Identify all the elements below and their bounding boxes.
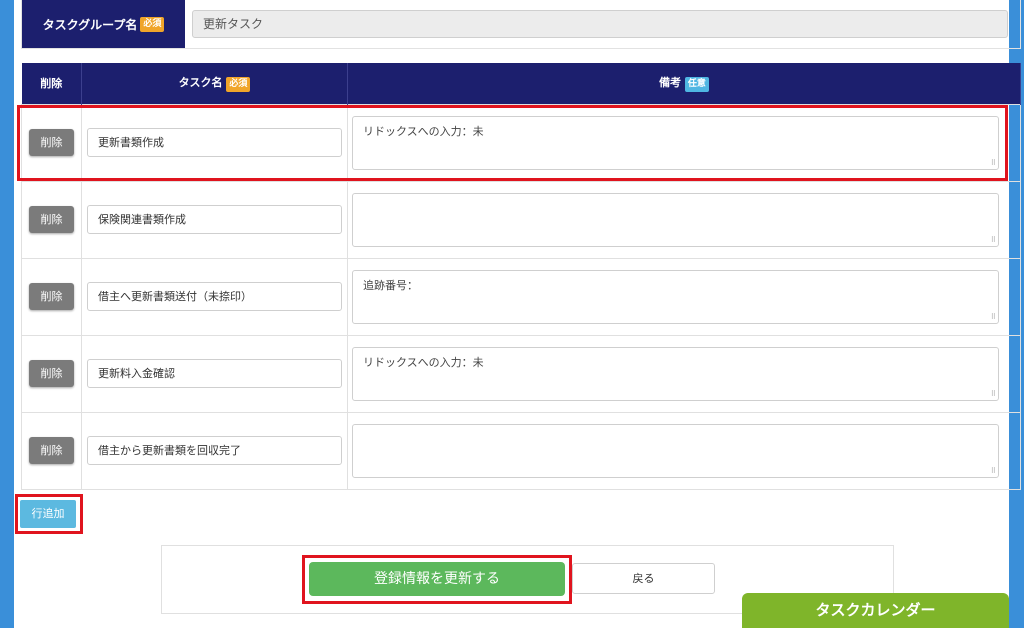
note-textarea[interactable]: ⠿ [352,192,999,247]
delete-row-button[interactable]: 削除 [29,206,74,233]
resize-grip-icon[interactable]: ⠿ [991,390,996,398]
task-group-name-input[interactable]: 更新タスク [192,10,1008,38]
required-badge: 必須 [140,16,165,32]
resize-grip-icon[interactable]: ⠿ [991,313,996,321]
note-text: 追跡番号： [363,278,418,292]
note-textarea[interactable]: 追跡番号： ⠿ [352,269,999,324]
delete-row-button[interactable]: 削除 [29,437,74,464]
header-note-text: 備考 [659,76,682,90]
header-task-name: タスク名 必須 [81,63,348,104]
form-panel: タスクグループ名 必須 更新タスク 削除 タスク名 必須 備考 任意 削除 更新… [14,0,1021,628]
task-name-input[interactable]: 借主から更新書類を回収完了 [87,436,342,465]
add-row-button[interactable]: 行追加 [20,500,76,528]
task-group-row: タスクグループ名 必須 更新タスク [21,0,1021,49]
task-table: 削除 タスク名 必須 備考 任意 削除 更新書類作成 リドックスへの入力：未 ⠿ … [21,63,1021,490]
resize-grip-icon[interactable]: ⠿ [991,236,996,244]
task-group-label: タスクグループ名 必須 [22,0,185,48]
note-textarea[interactable]: リドックスへの入力：未 ⠿ [352,346,999,401]
delete-row-button[interactable]: 削除 [29,283,74,310]
table-header-row: 削除 タスク名 必須 備考 任意 [21,63,1021,104]
resize-grip-icon[interactable]: ⠿ [991,159,996,167]
table-row: 削除 更新料入金確認 リドックスへの入力：未 ⠿ [21,334,1021,413]
table-row: 削除 借主へ更新書類送付（未捺印） 追跡番号： ⠿ [21,257,1021,336]
note-text: リドックスへの入力：未 [363,124,484,138]
note-textarea[interactable]: ⠿ [352,423,999,478]
header-task-name-text: タスク名 [178,76,223,90]
note-text: リドックスへの入力：未 [363,355,484,369]
header-delete: 削除 [21,63,82,104]
task-calendar-button[interactable]: タスクカレンダー [742,593,1009,628]
back-button[interactable]: 戻る [572,563,715,594]
required-badge: 必須 [226,77,251,93]
task-group-label-text: タスクグループ名 [42,17,138,32]
task-name-input[interactable]: 借主へ更新書類送付（未捺印） [87,282,342,311]
resize-grip-icon[interactable]: ⠿ [991,467,996,475]
note-textarea[interactable]: リドックスへの入力：未 ⠿ [352,115,999,170]
task-name-input[interactable]: 更新料入金確認 [87,359,342,388]
table-row: 削除 借主から更新書類を回収完了 ⠿ [21,411,1021,490]
submit-update-button[interactable]: 登録情報を更新する [309,562,565,596]
delete-row-button[interactable]: 削除 [29,360,74,387]
task-name-input[interactable]: 保険関連書類作成 [87,205,342,234]
header-note: 備考 任意 [347,63,1021,104]
task-name-input[interactable]: 更新書類作成 [87,128,342,157]
delete-row-button[interactable]: 削除 [29,129,74,156]
table-row: 削除 保険関連書類作成 ⠿ [21,180,1021,259]
optional-badge: 任意 [684,77,709,93]
table-row: 削除 更新書類作成 リドックスへの入力：未 ⠿ [21,103,1021,182]
